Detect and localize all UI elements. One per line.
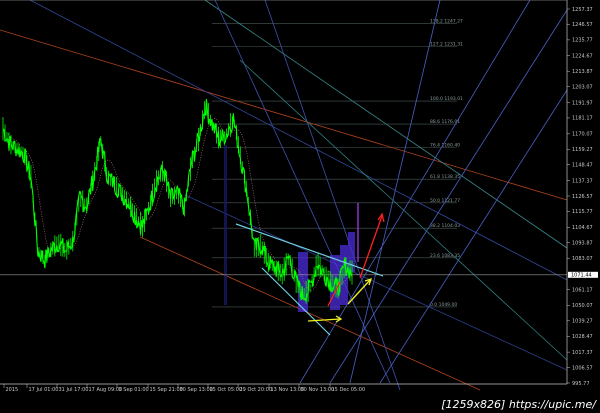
time-tick-label: 15 Oct 05:00 <box>210 387 243 393</box>
arrow-yellow <box>347 279 371 305</box>
trend-line <box>29 0 568 281</box>
price-tick-label: 1191.97 <box>572 100 593 106</box>
price-tick-label: 1093.87 <box>572 241 593 247</box>
trend-line <box>349 0 441 384</box>
fib-level-label: 0.0 1049.00 <box>430 302 457 308</box>
time-tick-label: 17 Jul 01:00 <box>29 387 59 393</box>
watermark: [1259x826] https://upic.me/ <box>441 398 596 411</box>
price-tick-label: 1148.47 <box>572 162 593 168</box>
price-tick-label: 1039.27 <box>572 319 593 325</box>
time-tick-label: 30 Nov 13:00 <box>301 387 335 393</box>
price-tick-label: 1224.67 <box>572 54 593 60</box>
trend-line <box>379 89 568 384</box>
price-tick-label: 1235.77 <box>572 38 593 44</box>
current-price-label: 1071.44 <box>571 273 592 279</box>
price-tick-label: 1115.77 <box>572 209 593 215</box>
fib-level-label: 38.2 1104.03 <box>430 223 460 229</box>
price-tick-label: 1159.27 <box>572 147 593 153</box>
fib-level-label: 100.0 1193.01 <box>430 96 463 102</box>
price-tick-label: 995.77 <box>572 381 590 387</box>
price-tick-label: 1213.87 <box>572 69 593 75</box>
time-tick-label: 31 Jul 17:00 <box>59 387 89 393</box>
price-tick-label: 1257.37 <box>572 7 593 13</box>
price-tick-label: 1028.47 <box>572 334 593 340</box>
trend-line <box>239 59 568 361</box>
price-tick-label: 1181.17 <box>572 116 593 122</box>
time-tick-label: 29 Oct 20:00 <box>240 387 273 393</box>
time-tick-label: 15 Dec 05:00 <box>332 387 366 393</box>
time-axis: 2015 17 Jul 01:00 31 Jul 17:00 17 Aug 09:00… <box>3 384 366 393</box>
trend-line <box>184 194 568 371</box>
fib-level-label: 76.4 1160.40 <box>430 143 460 149</box>
price-tick-label: 1083.07 <box>572 256 593 262</box>
price-tick-label: 1126.57 <box>572 194 593 200</box>
trend-lines <box>0 0 568 391</box>
time-tick-label: 1 Sep 01:00 <box>119 387 149 393</box>
price-tick-label: 1061.17 <box>572 287 593 293</box>
trend-line <box>264 0 401 391</box>
fib-level-label: 127.2 1231.31 <box>430 41 463 47</box>
price-tick-label: 1246.57 <box>572 22 593 28</box>
fib-level-label: 50.0 1121.77 <box>430 198 460 204</box>
trend-line <box>299 0 531 384</box>
price-tick-label: 1017.37 <box>572 350 593 356</box>
price-tick-label: 1050.07 <box>572 303 593 309</box>
price-tick-label: 1170.07 <box>572 132 593 138</box>
price-tick-label: 1203.07 <box>572 84 593 90</box>
price-tick-label: 1104.67 <box>572 225 593 231</box>
price-axis: 1257.37 1246.57 1235.77 1224.67 1213.87 1203.… <box>567 7 598 387</box>
channel-upper <box>0 29 568 201</box>
arrow-up-red <box>359 215 383 279</box>
price-chart: 138.2 1247.27127.2 1231.31100.0 1193.018… <box>0 0 598 393</box>
price-tick-label: 1137.37 <box>572 178 593 184</box>
time-tick-label: 2015 <box>6 387 19 393</box>
arrow-yellow <box>307 318 341 322</box>
price-tick-label: 1006.57 <box>572 365 593 371</box>
fib-level-label: 61.8 1138.35 <box>430 174 460 180</box>
